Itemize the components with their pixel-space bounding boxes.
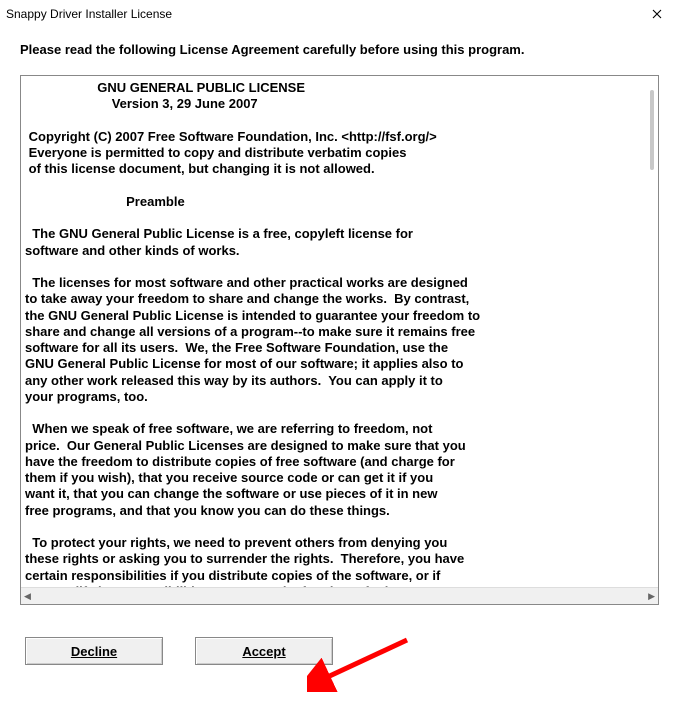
vertical-scrollbar[interactable]: [650, 90, 654, 170]
accept-button[interactable]: Accept: [195, 637, 333, 665]
license-text: GNU GENERAL PUBLIC LICENSE Version 3, 29…: [21, 76, 658, 588]
close-icon: [652, 6, 662, 22]
instruction-text: Please read the following License Agreem…: [20, 42, 659, 57]
scroll-right-icon: ▶: [648, 591, 655, 602]
dialog-content: Please read the following License Agreem…: [0, 28, 679, 665]
titlebar: Snappy Driver Installer License: [0, 0, 679, 28]
horizontal-scrollbar[interactable]: ◀ ▶: [21, 587, 658, 604]
close-button[interactable]: [634, 0, 679, 28]
window-title: Snappy Driver Installer License: [6, 7, 172, 21]
button-row: Decline Accept: [20, 637, 659, 665]
license-textbox[interactable]: GNU GENERAL PUBLIC LICENSE Version 3, 29…: [20, 75, 659, 605]
decline-button[interactable]: Decline: [25, 637, 163, 665]
scroll-left-icon: ◀: [24, 591, 31, 602]
